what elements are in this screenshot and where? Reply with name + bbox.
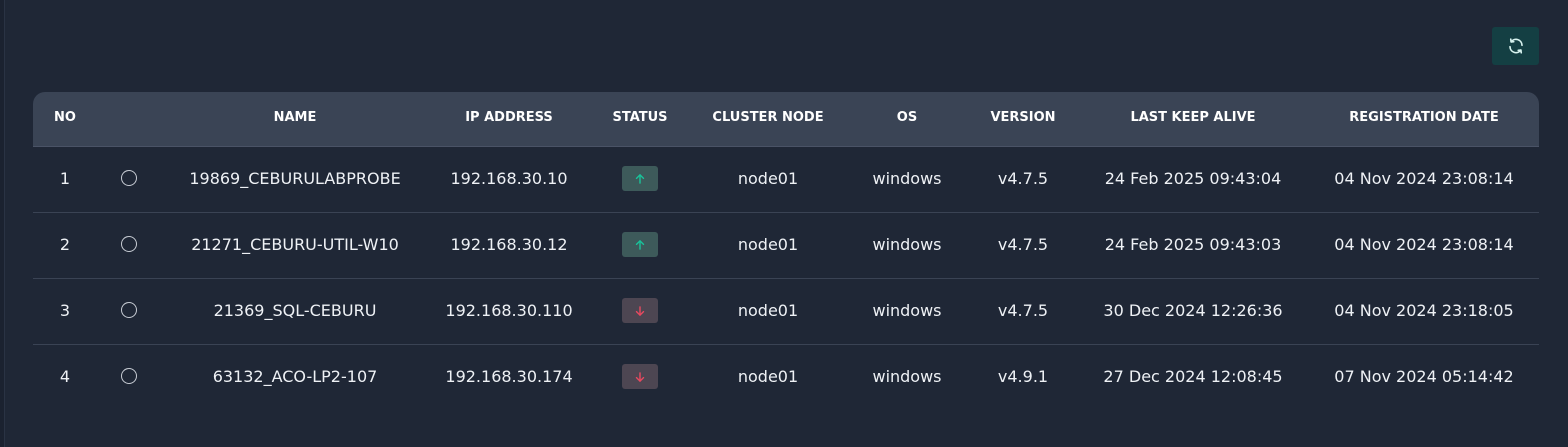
- status-badge: [622, 298, 658, 323]
- refresh-button[interactable]: [1492, 27, 1539, 65]
- agents-panel: NO NAME IP ADDRESS STATUS CLUSTER NODE O…: [4, 0, 1568, 447]
- header-no[interactable]: NO: [54, 92, 76, 146]
- arrow-down-icon: [635, 305, 645, 316]
- row-number: 4: [59, 367, 71, 386]
- header-last-keep-alive[interactable]: LAST KEEP ALIVE: [1130, 92, 1255, 146]
- registration-date: 04 Nov 2024 23:08:14: [1334, 235, 1514, 254]
- version: v4.9.1: [997, 367, 1049, 386]
- row-number: 1: [59, 169, 71, 188]
- agent-name: 21369_SQL-CEBURU: [213, 301, 377, 320]
- ip-address: 192.168.30.12: [450, 235, 568, 254]
- agent-name: 63132_ACO-LP2-107: [212, 367, 378, 386]
- os: windows: [872, 367, 942, 386]
- agent-name: 19869_CEBURULABPROBE: [189, 169, 401, 188]
- header-os[interactable]: OS: [897, 92, 917, 146]
- status-badge: [622, 232, 658, 257]
- table-row[interactable]: 3 21369_SQL-CEBURU 192.168.30.110 node01…: [33, 279, 1539, 345]
- last-keep-alive: 24 Feb 2025 09:43:03: [1104, 235, 1282, 254]
- header-ip-address[interactable]: IP ADDRESS: [465, 92, 553, 146]
- header-version[interactable]: VERSION: [990, 92, 1055, 146]
- arrow-up-icon: [635, 239, 645, 250]
- os: windows: [872, 301, 942, 320]
- row-number: 2: [59, 235, 71, 254]
- refresh-icon: [1508, 38, 1523, 54]
- header-registration-date[interactable]: REGISTRATION DATE: [1349, 92, 1498, 146]
- row-select-radio[interactable]: [121, 302, 137, 318]
- status-badge: [622, 166, 658, 191]
- status-badge: [622, 364, 658, 389]
- registration-date: 04 Nov 2024 23:18:05: [1334, 301, 1514, 320]
- row-select-radio[interactable]: [121, 236, 137, 252]
- ip-address: 192.168.30.110: [445, 301, 573, 320]
- last-keep-alive: 24 Feb 2025 09:43:04: [1104, 169, 1282, 188]
- row-select-radio[interactable]: [121, 170, 137, 186]
- agents-table: NO NAME IP ADDRESS STATUS CLUSTER NODE O…: [33, 92, 1539, 410]
- cluster-node: node01: [737, 367, 799, 386]
- registration-date: 07 Nov 2024 05:14:42: [1334, 367, 1514, 386]
- os: windows: [872, 169, 942, 188]
- version: v4.7.5: [997, 301, 1049, 320]
- header-status[interactable]: STATUS: [612, 92, 667, 146]
- last-keep-alive: 30 Dec 2024 12:26:36: [1103, 301, 1283, 320]
- arrow-up-icon: [635, 173, 645, 184]
- table-row[interactable]: 4 63132_ACO-LP2-107 192.168.30.174 node0…: [33, 345, 1539, 410]
- table-row[interactable]: 1 19869_CEBURULABPROBE 192.168.30.10 nod…: [33, 147, 1539, 213]
- row-number: 3: [59, 301, 71, 320]
- ip-address: 192.168.30.174: [445, 367, 573, 386]
- cluster-node: node01: [737, 235, 799, 254]
- header-name[interactable]: NAME: [274, 92, 317, 146]
- cluster-node: node01: [737, 169, 799, 188]
- registration-date: 04 Nov 2024 23:08:14: [1334, 169, 1514, 188]
- table-row[interactable]: 2 21271_CEBURU-UTIL-W10 192.168.30.12 no…: [33, 213, 1539, 279]
- table-header: NO NAME IP ADDRESS STATUS CLUSTER NODE O…: [33, 92, 1539, 147]
- row-select-radio[interactable]: [121, 368, 137, 384]
- ip-address: 192.168.30.10: [450, 169, 568, 188]
- cluster-node: node01: [737, 301, 799, 320]
- agent-name: 21271_CEBURU-UTIL-W10: [191, 235, 399, 254]
- header-cluster-node[interactable]: CLUSTER NODE: [712, 92, 823, 146]
- last-keep-alive: 27 Dec 2024 12:08:45: [1103, 367, 1283, 386]
- version: v4.7.5: [997, 169, 1049, 188]
- os: windows: [872, 235, 942, 254]
- version: v4.7.5: [997, 235, 1049, 254]
- table-body: 1 19869_CEBURULABPROBE 192.168.30.10 nod…: [33, 147, 1539, 410]
- arrow-down-icon: [635, 371, 645, 382]
